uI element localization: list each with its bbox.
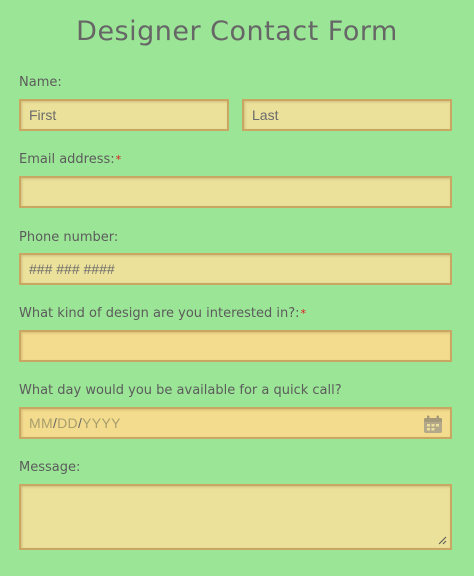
design-label: What kind of design are you interested i…: [19, 306, 306, 321]
last-name-placeholder: Last: [252, 107, 279, 123]
message-textarea[interactable]: [19, 484, 452, 550]
phone-label: Phone number:: [19, 230, 118, 245]
first-name-input[interactable]: First: [19, 99, 229, 131]
phone-field[interactable]: ### ### ####: [19, 253, 452, 285]
name-label-text: Name:: [19, 75, 62, 90]
resize-grip-icon[interactable]: [438, 536, 447, 545]
call-date-field[interactable]: MM/DD/YYYY: [19, 407, 452, 439]
calendar-icon[interactable]: [423, 415, 443, 434]
phone-placeholder: ### ### ####: [29, 261, 115, 277]
design-label-text: What kind of design are you interested i…: [19, 306, 300, 321]
call-day-label: What day would you be available for a qu…: [19, 383, 342, 398]
date-yyyy: YYYY: [82, 415, 121, 431]
email-label-text: Email address:: [19, 152, 115, 167]
message-label-text: Message:: [19, 460, 81, 475]
first-name-placeholder: First: [29, 107, 57, 123]
email-label: Email address:*: [19, 152, 121, 167]
email-field[interactable]: [19, 176, 452, 208]
phone-label-text: Phone number:: [19, 230, 119, 245]
form-title: Designer Contact Form: [76, 16, 398, 47]
name-label: Name:: [19, 75, 62, 90]
message-label: Message:: [19, 460, 80, 475]
last-name-input[interactable]: Last: [242, 99, 452, 131]
design-field[interactable]: [19, 330, 452, 362]
date-dd: DD: [57, 415, 78, 431]
call-day-label-text: What day would you be available for a qu…: [19, 383, 342, 398]
date-placeholder: MM/DD/YYYY: [29, 415, 121, 431]
email-required-marker: *: [115, 153, 122, 166]
design-required-marker: *: [300, 307, 307, 320]
date-mm: MM: [29, 415, 53, 431]
